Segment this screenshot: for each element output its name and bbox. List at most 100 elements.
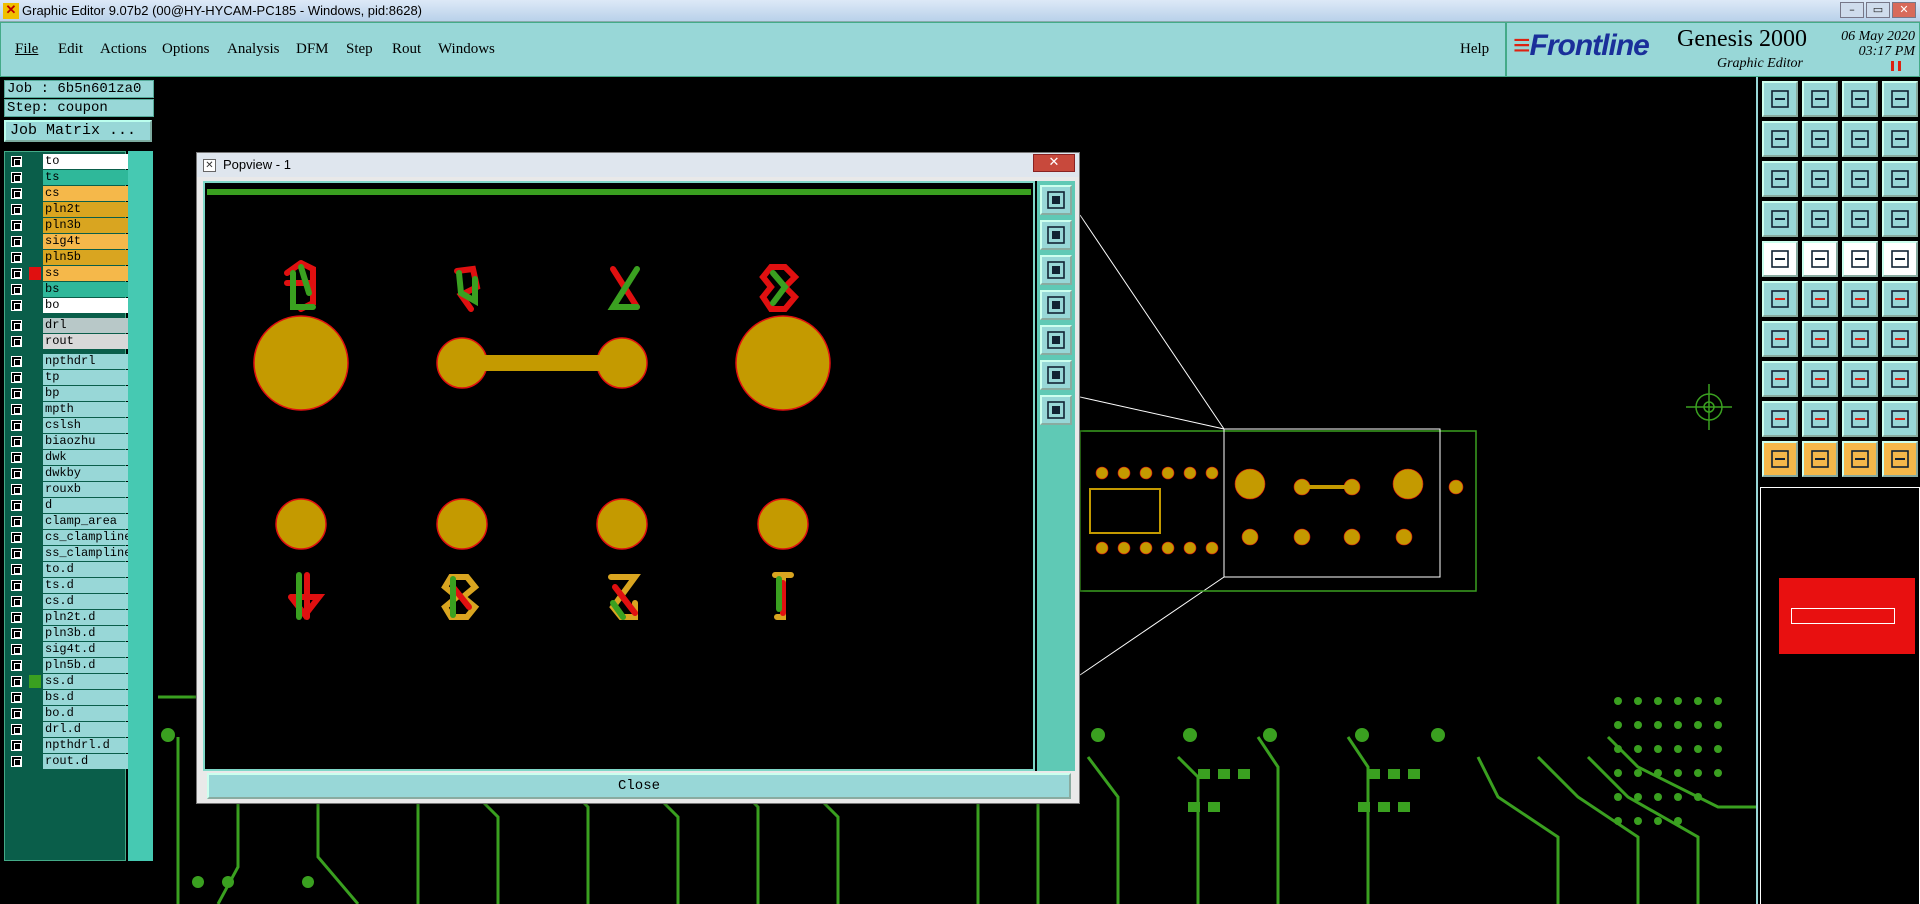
arc-icon[interactable] [1762,321,1798,357]
layer-checkbox[interactable] [11,660,22,671]
pv-zoom-in-icon[interactable] [1040,360,1072,390]
layer-color-swatch[interactable] [29,267,41,280]
angle-icon[interactable] [1762,401,1798,437]
layer-checkbox[interactable] [11,236,22,247]
triangle-icon[interactable] [1802,401,1838,437]
layer-row[interactable]: cs.d [7,594,129,609]
layer-color-swatch[interactable] [29,499,41,512]
scale-1-2-icon[interactable] [1842,161,1878,197]
layer-checkbox[interactable] [11,204,22,215]
dimension-icon[interactable] [1842,361,1878,397]
layer-color-swatch[interactable] [29,755,41,768]
layer-color-swatch[interactable] [29,403,41,416]
layer-row[interactable]: bo.d [7,706,129,721]
layer-color-swatch[interactable] [29,299,41,312]
layer-color-swatch[interactable] [29,283,41,296]
menu-analysis[interactable]: Analysis [227,41,280,58]
layer-color-swatch[interactable] [29,355,41,368]
pv-fit-icon[interactable] [1040,185,1072,215]
layer-color-swatch[interactable] [29,219,41,232]
text-edit-icon[interactable] [1882,321,1918,357]
layer-checkbox[interactable] [11,220,22,231]
layer-checkbox[interactable] [11,596,22,607]
pv-zoom-out-icon[interactable] [1040,395,1072,425]
layer-row[interactable]: pln2t [7,202,129,217]
line-move-icon[interactable] [1882,281,1918,317]
ruler-icon[interactable] [1842,241,1878,277]
layer-checkbox[interactable] [11,516,22,527]
layer-color-swatch[interactable] [29,155,41,168]
layer-color-swatch[interactable] [29,187,41,200]
layer-checkbox[interactable] [11,404,22,415]
layer-row[interactable]: bp [7,386,129,401]
layer-row[interactable]: to [7,154,129,169]
dome-icon[interactable] [1882,401,1918,437]
layer-checkbox[interactable] [11,548,22,559]
menu-actions[interactable]: Actions [100,41,147,58]
menu-dfm[interactable]: DFM [296,41,329,58]
window-split-icon[interactable] [1882,81,1918,117]
layer-row[interactable]: rout [7,334,129,349]
layer-checkbox[interactable] [11,740,22,751]
pv-right-icon[interactable] [1040,325,1072,355]
layer-color-swatch[interactable] [29,563,41,576]
layer-checkbox[interactable] [11,300,22,311]
layer-checkbox[interactable] [11,612,22,623]
layer-row[interactable]: to.d [7,562,129,577]
layer-color-swatch[interactable] [29,319,41,332]
layer-row[interactable]: rouxb [7,482,129,497]
cursor-icon[interactable] [1762,441,1798,477]
zoom-fit-icon[interactable] [1762,161,1798,197]
layer-row[interactable]: sig4t.d [7,642,129,657]
layer-color-swatch[interactable] [29,691,41,704]
layer-color-swatch[interactable] [29,467,41,480]
layer-color-swatch[interactable] [29,707,41,720]
layer-checkbox[interactable] [11,484,22,495]
move-right-icon[interactable] [1802,121,1838,157]
layer-row[interactable]: dwk [7,450,129,465]
popview-canvas[interactable] [203,181,1035,771]
layer-row[interactable]: tp [7,370,129,385]
layer-row[interactable]: bs.d [7,690,129,705]
zoom-center-icon[interactable] [1802,161,1838,197]
overview-panel[interactable] [1760,487,1920,904]
line-add-icon[interactable] [1842,281,1878,317]
layer-color-swatch[interactable] [29,723,41,736]
menu-windows[interactable]: Windows [438,41,495,58]
minimize-button[interactable]: – [1840,2,1864,18]
layer-row[interactable]: ts.d [7,578,129,593]
layer-color-swatch[interactable] [29,483,41,496]
layer-color-swatch[interactable] [29,451,41,464]
pv-left-icon[interactable] [1040,290,1072,320]
feature-icon[interactable] [1762,361,1798,397]
layer-color-swatch[interactable] [29,435,41,448]
layer-color-swatch[interactable] [29,643,41,656]
popview-titlebar[interactable]: ✕ Popview - 1 ✕ [197,153,1079,177]
layer-color-swatch[interactable] [29,203,41,216]
home-icon[interactable] [1842,81,1878,117]
select-area-icon[interactable] [1802,241,1838,277]
layer-row[interactable]: d [7,498,129,513]
layer-color-swatch[interactable] [29,611,41,624]
grid-icon[interactable] [1802,201,1838,237]
link-icon[interactable] [1762,281,1798,317]
layer-list-scroll-strip[interactable] [128,151,153,861]
close-button[interactable]: Close [207,773,1071,799]
layer-color-swatch[interactable] [29,659,41,672]
layer-checkbox[interactable] [11,336,22,347]
rotate-icon[interactable] [1842,121,1878,157]
layer-row[interactable]: bs [7,282,129,297]
layer-row[interactable]: sig4t [7,234,129,249]
layer-checkbox[interactable] [11,756,22,767]
save-icon[interactable] [1802,81,1838,117]
layer-row[interactable]: biaozhu [7,434,129,449]
job-matrix-button[interactable]: Job Matrix ... [4,120,152,142]
layer-row[interactable]: npthdrl [7,354,129,369]
help-query-icon[interactable] [1882,161,1918,197]
menu-rout[interactable]: Rout [392,41,421,58]
layer-checkbox[interactable] [11,284,22,295]
layer-row[interactable]: cs [7,186,129,201]
layer-row[interactable]: drl.d [7,722,129,737]
pad-add-icon[interactable] [1762,241,1798,277]
layer-color-swatch[interactable] [29,595,41,608]
